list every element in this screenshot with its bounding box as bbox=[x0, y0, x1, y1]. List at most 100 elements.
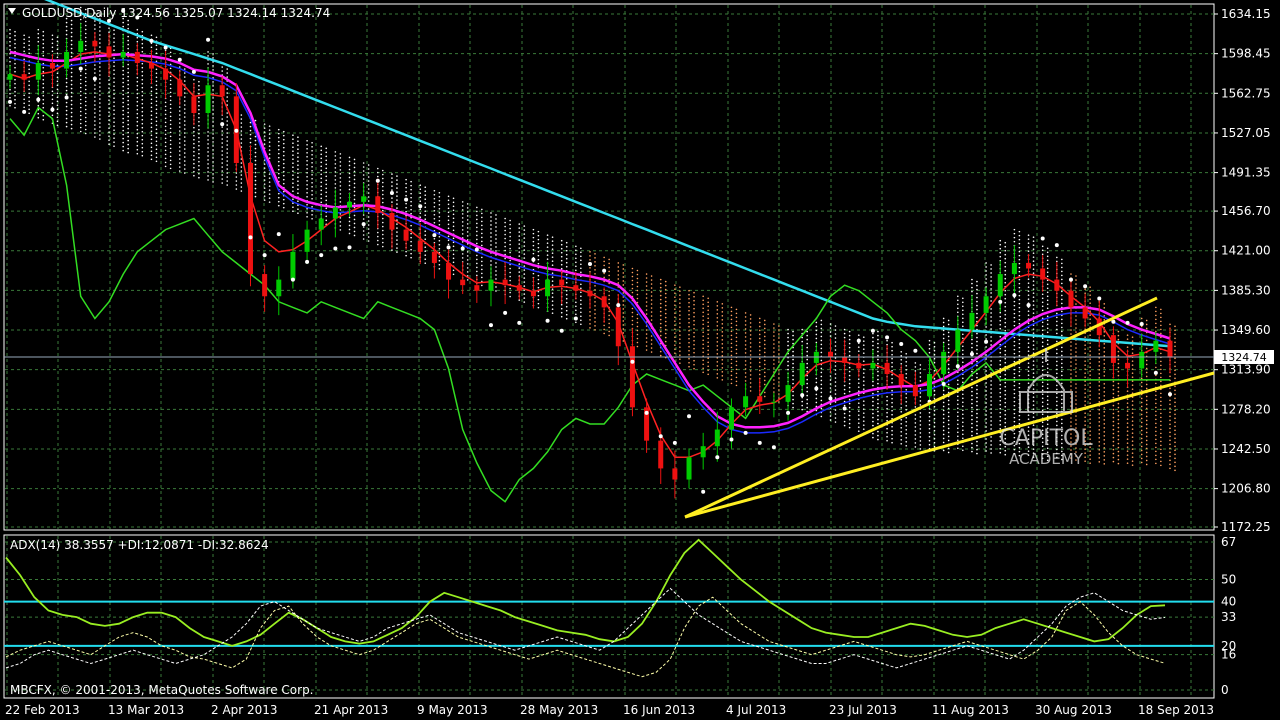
bull-candle[interactable] bbox=[714, 429, 720, 447]
bear-candle[interactable] bbox=[1040, 268, 1046, 280]
bull-candle[interactable] bbox=[35, 63, 41, 80]
bear-candle[interactable] bbox=[177, 79, 183, 97]
metatrader-chart-window[interactable]: 1324.74 CAPITOL ACADEMY 1634.151598.4515… bbox=[0, 0, 1280, 720]
bear-candle[interactable] bbox=[573, 285, 579, 291]
cloud-dot bbox=[178, 150, 181, 152]
bear-candle[interactable] bbox=[502, 279, 508, 286]
cloud-dot bbox=[716, 329, 719, 331]
cloud-dot bbox=[1056, 396, 1058, 399]
bull-candle[interactable] bbox=[700, 446, 706, 458]
bull-candle[interactable] bbox=[332, 207, 338, 219]
bull-candle[interactable] bbox=[205, 85, 211, 114]
bull-candle[interactable] bbox=[997, 274, 1003, 297]
bull-candle[interactable] bbox=[120, 51, 126, 58]
cloud-dot bbox=[325, 199, 328, 202]
cloud-dot bbox=[1004, 393, 1007, 396]
bull-candle[interactable] bbox=[969, 312, 975, 330]
bear-candle[interactable] bbox=[559, 279, 565, 286]
bull-candle[interactable] bbox=[304, 229, 310, 252]
cloud-dot bbox=[580, 271, 582, 274]
cloud-dot bbox=[674, 332, 676, 334]
bear-candle[interactable] bbox=[106, 46, 112, 58]
bull-candle[interactable] bbox=[785, 385, 791, 402]
bear-candle[interactable] bbox=[912, 385, 918, 397]
bull-candle[interactable] bbox=[1139, 351, 1145, 369]
bull-candle[interactable] bbox=[686, 457, 692, 480]
bear-candle[interactable] bbox=[219, 85, 225, 97]
bear-candle[interactable] bbox=[49, 63, 55, 69]
bear-candle[interactable] bbox=[658, 440, 664, 469]
bear-candle[interactable] bbox=[1026, 262, 1032, 269]
bear-candle[interactable] bbox=[842, 357, 848, 363]
bull-candle[interactable] bbox=[318, 218, 324, 230]
bull-candle[interactable] bbox=[941, 351, 947, 375]
bear-candle[interactable] bbox=[898, 374, 904, 386]
cloud-dot bbox=[679, 342, 681, 344]
bear-candle[interactable] bbox=[530, 290, 536, 297]
cloud-dot bbox=[476, 226, 478, 229]
bear-candle[interactable] bbox=[417, 240, 423, 252]
bull-candle[interactable] bbox=[347, 201, 353, 208]
bull-candle[interactable] bbox=[771, 401, 777, 403]
bear-candle[interactable] bbox=[516, 285, 522, 291]
bull-candle[interactable] bbox=[64, 51, 70, 69]
bull-candle[interactable] bbox=[7, 74, 13, 80]
bear-candle[interactable] bbox=[1125, 362, 1131, 369]
cloud-dot bbox=[900, 406, 903, 409]
bull-candle[interactable] bbox=[927, 374, 933, 397]
bull-candle[interactable] bbox=[728, 407, 734, 430]
cloud-dot bbox=[150, 126, 153, 129]
bear-candle[interactable] bbox=[446, 262, 452, 280]
bear-candle[interactable] bbox=[163, 68, 169, 80]
cloud-dot bbox=[155, 72, 158, 75]
bull-candle[interactable] bbox=[1011, 262, 1017, 275]
bull-candle[interactable] bbox=[361, 196, 367, 202]
bull-candle[interactable] bbox=[545, 279, 551, 297]
bull-candle[interactable] bbox=[743, 396, 749, 408]
bull-candle[interactable] bbox=[488, 279, 494, 291]
sar-dot bbox=[545, 318, 550, 323]
cloud-dot bbox=[1145, 443, 1148, 446]
bear-candle[interactable] bbox=[615, 307, 621, 347]
bear-candle[interactable] bbox=[672, 468, 678, 480]
bear-candle[interactable] bbox=[587, 290, 593, 297]
bear-candle[interactable] bbox=[262, 274, 268, 297]
bull-candle[interactable] bbox=[290, 251, 296, 280]
bull-candle[interactable] bbox=[870, 362, 876, 369]
bear-candle[interactable] bbox=[474, 285, 480, 291]
bear-candle[interactable] bbox=[884, 362, 890, 375]
bull-candle[interactable] bbox=[983, 296, 989, 313]
bear-candle[interactable] bbox=[191, 96, 197, 114]
bear-candle[interactable] bbox=[247, 162, 253, 275]
bull-candle[interactable] bbox=[1153, 340, 1159, 352]
bear-candle[interactable] bbox=[1068, 290, 1074, 308]
bear-candle[interactable] bbox=[1167, 340, 1173, 358]
bear-candle[interactable] bbox=[757, 396, 763, 402]
cloud-dot bbox=[466, 207, 469, 209]
bear-candle[interactable] bbox=[601, 296, 607, 308]
bear-candle[interactable] bbox=[92, 40, 98, 47]
cloud-dot bbox=[150, 154, 153, 157]
bull-candle[interactable] bbox=[955, 329, 961, 352]
cloud-dot bbox=[1140, 433, 1143, 436]
bear-candle[interactable] bbox=[431, 251, 437, 263]
bear-candle[interactable] bbox=[403, 229, 409, 241]
bull-candle[interactable] bbox=[78, 40, 84, 52]
bull-candle[interactable] bbox=[276, 279, 282, 297]
bear-candle[interactable] bbox=[629, 346, 635, 408]
bear-candle[interactable] bbox=[134, 51, 140, 64]
cloud-dot bbox=[1126, 414, 1129, 416]
cloud-dot bbox=[1117, 462, 1120, 465]
bear-candle[interactable] bbox=[21, 74, 27, 80]
cloud-dot bbox=[1018, 342, 1021, 345]
bear-candle[interactable] bbox=[1054, 279, 1060, 291]
bear-candle[interactable] bbox=[375, 196, 381, 213]
bear-candle[interactable] bbox=[856, 362, 862, 369]
bear-candle[interactable] bbox=[389, 212, 395, 230]
bear-candle[interactable] bbox=[1082, 307, 1088, 319]
bull-candle[interactable] bbox=[799, 362, 805, 386]
bear-candle[interactable] bbox=[1110, 335, 1116, 363]
cloud-dot bbox=[424, 206, 427, 209]
bear-candle[interactable] bbox=[460, 279, 466, 286]
bear-candle[interactable] bbox=[148, 63, 154, 69]
